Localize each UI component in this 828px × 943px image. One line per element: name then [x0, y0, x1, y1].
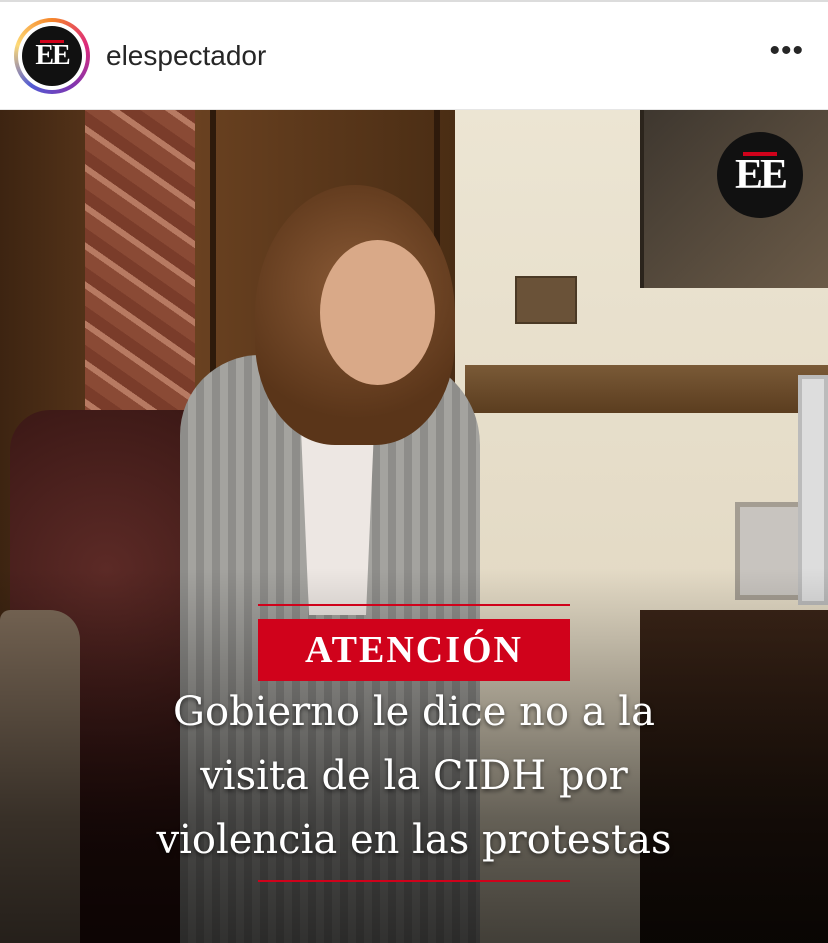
post-image[interactable]: EE ATENCIÓN Gobierno le dice no a la vis… — [0, 110, 828, 943]
headline-line-2: visita de la CIDH por — [200, 753, 628, 799]
username-link[interactable]: elespectador — [106, 40, 266, 72]
alert-tag: ATENCIÓN — [258, 619, 570, 681]
bottom-red-line — [258, 880, 570, 882]
top-red-line — [258, 604, 570, 606]
headline-line-3: violencia en las protestas — [156, 817, 672, 863]
more-options-icon[interactable]: ••• — [769, 36, 804, 66]
story-ring[interactable]: EE — [14, 18, 90, 94]
headline: Gobierno le dice no a la visita de la CI… — [90, 680, 738, 872]
avatar-logo: EE — [22, 26, 82, 86]
post-header: EE elespectador ••• — [0, 0, 828, 110]
watermark-logo: EE — [717, 132, 803, 218]
headline-line-1: Gobierno le dice no a la — [173, 689, 655, 735]
avatar[interactable]: EE — [18, 22, 86, 90]
top-divider — [0, 0, 828, 2]
